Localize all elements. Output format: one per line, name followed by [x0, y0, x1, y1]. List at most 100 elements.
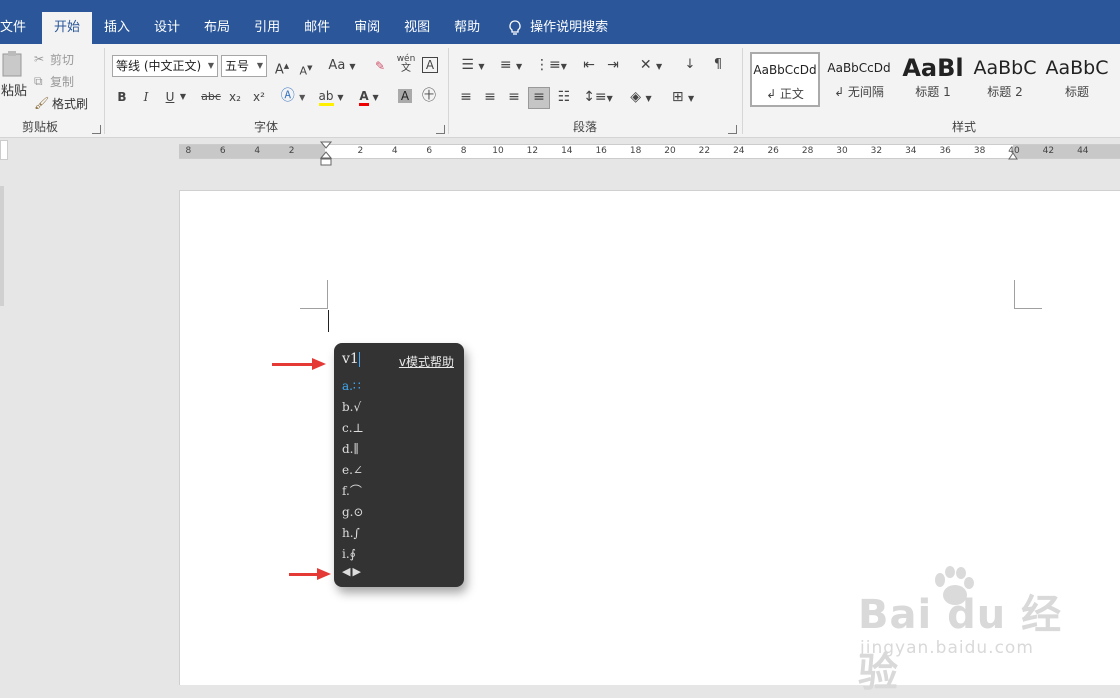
style-title[interactable]: AaBbC 标题	[1042, 52, 1112, 107]
justify-icon[interactable]: ≡	[528, 87, 550, 109]
borders-button[interactable]: ⊞ ▼	[666, 88, 700, 108]
tab-review[interactable]: 审阅	[342, 12, 392, 44]
sort-icon[interactable]: ↓	[680, 56, 700, 74]
tab-mailings[interactable]: 邮件	[292, 12, 342, 44]
tab-layout[interactable]: 布局	[192, 12, 242, 44]
character-border-icon[interactable]: A	[422, 57, 438, 73]
ribbon: 粘贴 ✂ 剪切 ⧉ 复制 🖌 格式刷 剪贴板 等线 (中文正文) ▼ 五号 ▼ A▲…	[0, 44, 1120, 138]
bold-button[interactable]: B	[114, 88, 130, 106]
style-normal[interactable]: AaBbCcDd ↲ 正文	[750, 52, 820, 107]
style-heading-1[interactable]: AaBl 标题 1	[898, 52, 968, 107]
font-launcher[interactable]	[436, 125, 445, 134]
tab-view[interactable]: 视图	[392, 12, 442, 44]
candidate-item[interactable]: i.∮	[342, 544, 356, 565]
borders-icon: ⊞	[671, 89, 684, 105]
align-left-icon[interactable]: ≡	[456, 88, 476, 106]
line-spacing-icon: ↕≡	[583, 89, 607, 105]
ruler-label: 12	[526, 146, 539, 156]
ime-input-text: v1	[342, 351, 359, 367]
tab-help[interactable]: 帮助	[442, 12, 492, 44]
candidate-item[interactable]: e.∠	[342, 460, 363, 481]
tab-home[interactable]: 开始	[42, 12, 93, 44]
candidate-item[interactable]: c.⊥	[342, 418, 364, 439]
paragraph-launcher[interactable]	[728, 125, 737, 134]
v-mode-help-link[interactable]: v模式帮助	[399, 353, 454, 370]
increase-indent-icon[interactable]: ⇥	[602, 56, 624, 74]
phonetic-guide-button[interactable]: wén 文	[396, 54, 416, 74]
change-case-button[interactable]: Aa ▼	[326, 57, 358, 76]
candidate-item[interactable]: f.⌒	[342, 481, 362, 502]
ruler-label: 20	[664, 146, 676, 156]
font-name-select[interactable]: 等线 (中文正文) ▼	[112, 55, 218, 77]
candidate-item[interactable]: a.∷	[342, 376, 361, 397]
candidate-item[interactable]: b.√	[342, 397, 361, 418]
distributed-icon[interactable]: ☷	[554, 88, 574, 106]
text-effects-button[interactable]: Ⓐ ▼	[278, 87, 308, 107]
ruler-label: 34	[905, 146, 917, 156]
tab-design[interactable]: 设计	[142, 12, 192, 44]
multilevel-list-button[interactable]: ⋮≡▼	[534, 56, 568, 76]
align-right-icon[interactable]: ≡	[504, 88, 524, 106]
vertical-ruler	[0, 186, 4, 306]
ruler-tab-selector[interactable]	[0, 140, 8, 160]
candidate-symbol: √	[353, 400, 362, 414]
paste-button[interactable]: 粘贴	[0, 50, 28, 114]
indent-marker-icon[interactable]	[320, 141, 332, 167]
strikethrough-button[interactable]: abc	[200, 88, 222, 106]
tell-me-label: 操作说明搜索	[530, 20, 609, 35]
shading-button[interactable]: ◈ ▼	[624, 88, 658, 108]
ime-input: v1	[342, 351, 360, 367]
tab-file[interactable]: 文件	[0, 12, 42, 44]
tab-references[interactable]: 引用	[242, 12, 292, 44]
cut-button[interactable]: ✂ 剪切	[34, 50, 74, 68]
right-indent-icon[interactable]	[1008, 151, 1018, 160]
subscript-button[interactable]: x₂	[226, 88, 244, 106]
grow-font-button[interactable]: A▲	[274, 57, 290, 79]
align-center-icon[interactable]: ≡	[480, 88, 500, 106]
font-color-button[interactable]: A ▼	[354, 87, 384, 107]
candidate-item[interactable]: g.⊙	[342, 502, 364, 523]
font-size-select[interactable]: 五号 ▼	[221, 55, 267, 77]
superscript-button[interactable]: x²	[250, 88, 268, 106]
bullets-button[interactable]: ☰ ▼	[456, 56, 490, 76]
format-painter-button[interactable]: 🖌 格式刷	[34, 94, 88, 112]
chevron-down-icon[interactable]: ▼	[178, 88, 188, 106]
page-nav-arrows[interactable]: ◀▶	[342, 565, 363, 578]
character-shading-icon[interactable]: A	[398, 89, 412, 103]
style-preview: AaBbC	[1045, 57, 1109, 79]
clipboard-launcher[interactable]	[92, 125, 101, 134]
horizontal-ruler[interactable]: 8 6 4 2 2 4 6 8 10 12 14 16 18 20 22 24 26 28 30 32 34 36 38 40…	[179, 141, 1120, 166]
line-spacing-button[interactable]: ↕≡▼	[582, 88, 614, 108]
style-heading-2[interactable]: AaBbC 标题 2	[970, 52, 1040, 107]
clear-formatting-icon[interactable]: ✎	[370, 57, 390, 75]
highlight-color-button[interactable]: ab ▼	[316, 87, 346, 107]
candidate-item[interactable]: h.∫	[342, 523, 360, 544]
decrease-indent-icon[interactable]: ⇤	[578, 56, 600, 74]
watermark-url: jingyan.baidu.com	[860, 638, 1034, 658]
candidate-item[interactable]: d.∥	[342, 439, 359, 460]
show-marks-icon[interactable]: ¶	[708, 56, 728, 74]
ime-cursor	[358, 351, 360, 367]
shrink-font-button[interactable]: A▼	[298, 59, 314, 81]
numbering-button[interactable]: ≡ ▼	[494, 56, 528, 76]
italic-button[interactable]: I	[138, 88, 154, 106]
clipboard-group-label: 剪贴板	[21, 120, 58, 134]
ruler-label: 24	[733, 146, 745, 156]
group-divider	[448, 48, 449, 134]
candidate-key: f.	[342, 484, 350, 498]
style-no-spacing[interactable]: AaBbCcDd ↲ 无间隔	[824, 52, 894, 107]
title-bar	[0, 0, 1120, 12]
ruler-label: 10	[492, 146, 504, 156]
style-preview: AaBbCcDd	[753, 63, 817, 77]
ruler-label: 36	[939, 146, 951, 156]
chinese-layout-button[interactable]: ✕ ▼	[634, 56, 668, 76]
underline-button[interactable]: U	[162, 88, 178, 106]
enclose-characters-icon[interactable]: ㊉	[420, 87, 438, 105]
group-divider	[742, 48, 743, 134]
copy-button[interactable]: ⧉ 复制	[34, 72, 74, 90]
font-size-value: 五号	[225, 59, 250, 73]
grow-font-label: A	[274, 62, 284, 78]
tell-me-search[interactable]: 操作说明搜索	[492, 12, 620, 44]
ruler-label: 14	[561, 146, 573, 156]
tab-insert[interactable]: 插入	[92, 12, 142, 44]
